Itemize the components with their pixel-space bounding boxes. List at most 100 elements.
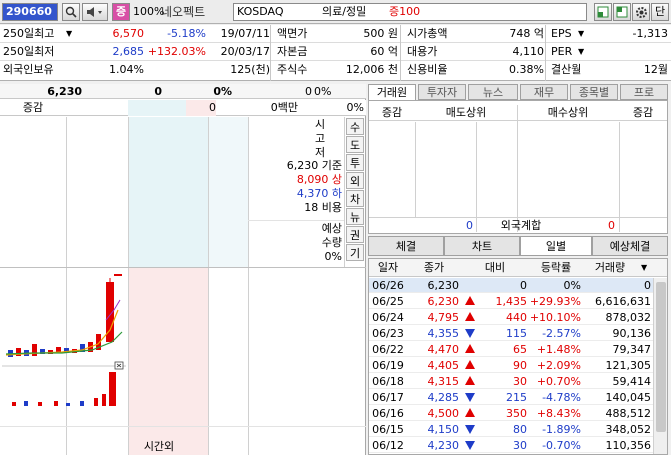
chevron-down-icon[interactable]: ▼: [578, 43, 588, 61]
qty-pct: 0%: [324, 250, 342, 263]
side-button-chart[interactable]: 차: [346, 190, 364, 207]
cell-close: 4,285: [427, 391, 460, 404]
table-row[interactable]: 06/23 4,355 115 -2.57% 90,136: [369, 326, 653, 341]
cell-volume: 121,305: [605, 359, 652, 372]
cell-volume: 488,512: [605, 407, 652, 420]
qty-label: 수량: [321, 236, 342, 249]
table-row[interactable]: 06/16 4,500 350 +8.43% 488,512: [369, 406, 653, 421]
pct-foreign: [144, 61, 206, 79]
table-row[interactable]: 06/22 4,470 65 +1.48% 79,347: [369, 342, 653, 357]
pct-250-low: +132.03%: [147, 45, 206, 58]
value-settlement: 12월: [643, 63, 668, 76]
cell-close: 4,315: [427, 375, 460, 388]
scrollbar-thumb[interactable]: [656, 282, 666, 432]
table-row[interactable]: 06/26 6,230 0 0% 0: [369, 278, 653, 293]
chevron-down-icon[interactable]: ▼: [66, 25, 78, 43]
divider: [248, 220, 344, 221]
search-button[interactable]: [62, 3, 80, 21]
cell-rate: -1.89%: [542, 423, 581, 436]
single-button[interactable]: 단: [651, 3, 669, 21]
tab-by-stock[interactable]: 종목별: [570, 84, 618, 100]
col-date: 일자: [377, 261, 399, 274]
stock-code-input[interactable]: 290660: [2, 3, 58, 21]
after-hours-label: 시간외: [143, 440, 175, 453]
cell-rate: -0.70%: [542, 439, 581, 452]
table-row[interactable]: 06/24 4,795 440 +10.10% 878,032: [369, 310, 653, 325]
value-250-low: 2,685: [112, 45, 145, 58]
cell-date: 06/22: [372, 343, 404, 356]
cell-rate: +10.10%: [529, 311, 581, 324]
table-row[interactable]: 06/15 4,150 80 -1.89% 348,052: [369, 422, 653, 437]
cell-date: 06/26: [372, 279, 404, 292]
chevron-down-icon[interactable]: ▼: [578, 25, 588, 43]
orderbook-panel: 6,230 0 0% 0 0% 증감 0 0 0백만 0% 시 고 저 6,23…: [0, 84, 366, 455]
volume-bars: [12, 372, 116, 406]
daily-header: 일자 종가 대비 등락률 거래량 ▼: [369, 259, 667, 277]
header-top-sell: 매도상위: [445, 106, 487, 119]
label-eps: EPS: [551, 27, 572, 40]
value-250-high: 6,570: [112, 27, 145, 40]
settings-button[interactable]: [632, 3, 650, 21]
up-arrow-icon: [465, 312, 475, 321]
table-row[interactable]: 06/17 4,285 215 -4.78% 140,045: [369, 390, 653, 405]
side-button-invest[interactable]: 투: [346, 154, 364, 171]
tab-trades[interactable]: 체결: [368, 236, 444, 256]
down-arrow-icon: [465, 425, 475, 434]
tab-daily[interactable]: 일별: [520, 236, 592, 256]
side-button-news[interactable]: 뉴: [346, 208, 364, 225]
table-row[interactable]: 06/12 4,230 30 -0.70% 110,356: [369, 438, 653, 453]
upper-limit-arrow-icon: [465, 296, 475, 305]
scrollbar[interactable]: [653, 278, 667, 454]
info-row: 외국인보유 1.04% 125(천) 주식수 12,006 천 신용비율 0.3…: [0, 61, 671, 79]
tab-brokers[interactable]: 거래원: [368, 84, 416, 100]
down-arrow-icon: [465, 393, 475, 402]
speaker-button[interactable]: [82, 3, 108, 21]
tab-finance[interactable]: 재무: [520, 84, 568, 100]
broker-table: 증감 매도상위 매수상위 증감 0 외국계합 0: [368, 100, 668, 234]
table-row[interactable]: 06/25 6,230 1,435 +29.93% 6,616,631: [369, 294, 653, 309]
cell-volume: 110,356: [605, 439, 652, 452]
label-high: 고: [314, 132, 326, 145]
price-limits: 6,230 기준 8,090 상 4,370 하 18 비용: [250, 159, 342, 215]
tab-investors[interactable]: 투자자: [418, 84, 466, 100]
amount-pct: 0%: [346, 101, 364, 114]
side-button-do[interactable]: 도: [346, 136, 364, 153]
up-arrow-icon: [465, 344, 475, 353]
side-button-foreign[interactable]: 외: [346, 172, 364, 189]
divider: [270, 25, 271, 81]
side-button-rights[interactable]: 권: [346, 226, 364, 243]
table-row[interactable]: 06/19 4,405 90 +2.09% 121,305: [369, 358, 653, 373]
cell-diff: 1,435: [495, 295, 528, 308]
tab-expected[interactable]: 예상체결: [592, 236, 668, 256]
cell-diff: 30: [513, 375, 527, 388]
expected-block: 예상 수량 0%: [250, 222, 342, 264]
cell-date: 06/17: [372, 391, 404, 404]
tab-news[interactable]: 뉴스: [468, 84, 518, 100]
divider: [0, 426, 366, 427]
value-per: [590, 43, 668, 61]
divider: [400, 25, 401, 81]
cell-date: 06/25: [372, 295, 404, 308]
info-row: 250일최고 ▼ 6,570 -5.18% 19/07/11 액면가 500 원…: [0, 25, 671, 43]
tab-chart[interactable]: 차트: [444, 236, 520, 256]
value-capital: 60 억: [370, 45, 398, 58]
base-price: 6,230 기준: [286, 159, 342, 172]
col-volume: 거래량: [594, 261, 626, 274]
header-delta: 증감: [632, 106, 654, 119]
bid-total: 0: [186, 100, 216, 116]
cell-date: 06/23: [372, 327, 404, 340]
label-settlement: 결산월: [551, 63, 582, 76]
tab-program[interactable]: 프로: [620, 84, 668, 100]
daily-table: 일자 종가 대비 등락률 거래량 ▼ 06/26 6,230 0 0% 0 06/25 6,…: [368, 258, 668, 455]
side-button-sell[interactable]: 수: [346, 118, 364, 135]
cell-close: 6,230: [427, 295, 460, 308]
chevron-down-icon[interactable]: ▼: [641, 263, 651, 273]
table-row[interactable]: 06/18 4,315 30 +0.70% 59,414: [369, 374, 653, 389]
window-small-button[interactable]: [594, 3, 612, 21]
info-row: 250일최저 2,685 +132.03% 20/03/17 자본금 60 억 …: [0, 43, 671, 61]
amount: 0백만: [270, 101, 298, 114]
lower-limit: 4,370 하: [296, 187, 342, 200]
cell-volume: 0: [644, 279, 651, 292]
window-split-button[interactable]: [613, 3, 631, 21]
side-button-etc[interactable]: 기: [346, 244, 364, 261]
